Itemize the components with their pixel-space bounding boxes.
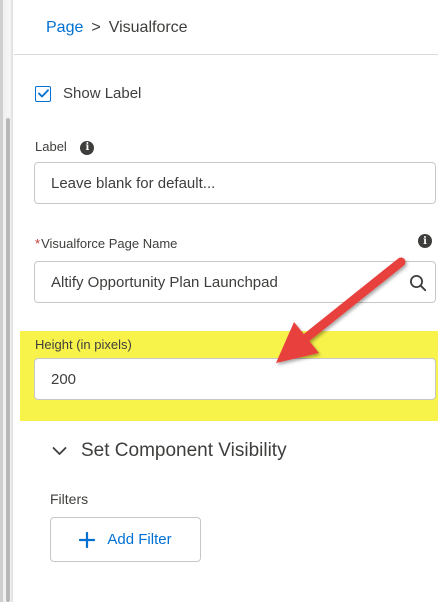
label-field-label-text: Label	[35, 139, 67, 154]
breadcrumb-current: Visualforce	[108, 19, 188, 36]
height-field-label: Height (in pixels)	[35, 337, 132, 352]
plus-icon	[79, 531, 96, 548]
label-field-label: Label i	[35, 139, 95, 155]
breadcrumb: Page > Visualforce	[46, 19, 188, 37]
height-input[interactable]: 200	[34, 358, 436, 400]
height-input-value: 200	[51, 370, 77, 388]
label-input-placeholder: Leave blank for default...	[51, 174, 216, 192]
info-icon[interactable]: i	[80, 140, 95, 155]
breadcrumb-separator: >	[91, 19, 101, 36]
vf-page-name-input[interactable]: Altify Opportunity Plan Launchpad	[34, 261, 436, 303]
filters-label: Filters	[50, 491, 89, 507]
scrollbar-thumb[interactable]	[6, 118, 10, 602]
breadcrumb-link-page[interactable]: Page	[46, 19, 83, 36]
vf-page-name-label: *Visualforce Page Name	[35, 236, 177, 251]
vf-page-name-value: Altify Opportunity Plan Launchpad	[51, 273, 278, 291]
chevron-down-icon	[52, 447, 67, 455]
header-divider	[14, 54, 438, 55]
panel-scrollbar[interactable]	[0, 0, 13, 602]
required-marker: *	[35, 236, 41, 251]
show-label-text: Show Label	[63, 85, 142, 102]
height-field-label-text: Height (in pixels)	[35, 337, 132, 352]
visibility-section-title: Set Component Visibility	[81, 440, 287, 461]
add-filter-label: Add Filter	[107, 531, 172, 548]
vf-page-name-label-text: Visualforce Page Name	[41, 236, 178, 251]
show-label-checkbox[interactable]	[35, 85, 51, 102]
visibility-section-toggle[interactable]: Set Component Visibility	[52, 440, 287, 462]
label-input[interactable]: Leave blank for default...	[34, 162, 436, 204]
info-icon[interactable]: i	[418, 234, 432, 248]
add-filter-button[interactable]: Add Filter	[50, 517, 201, 562]
search-icon[interactable]	[409, 274, 427, 292]
checkmark-icon	[37, 89, 49, 98]
show-label-row: Show Label	[35, 85, 141, 102]
